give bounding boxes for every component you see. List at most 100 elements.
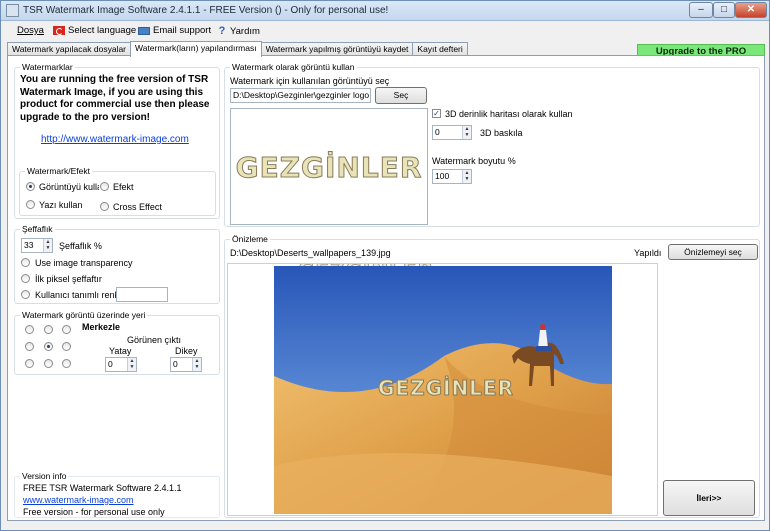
preview-applied-watermark: GEZGİNLER	[378, 376, 514, 401]
menu-select-language[interactable]: Select language	[53, 25, 136, 36]
use-watermark-group: Watermark olarak görüntü kullan Watermar…	[224, 62, 760, 227]
position-bottom-left-radio[interactable]	[25, 359, 34, 368]
app-window: TSR Watermark Image Software 2.4.1.1 - F…	[0, 0, 770, 531]
effect-label: Efekt	[113, 182, 134, 192]
window-title: TSR Watermark Image Software 2.4.1.1 - F…	[23, 5, 389, 16]
tab-log[interactable]: Kayıt defteri	[412, 42, 468, 56]
transparency-value: 33	[24, 240, 34, 250]
spinner-arrows[interactable]: ▲ ▼	[192, 358, 201, 371]
use-image-radio[interactable]	[26, 182, 35, 191]
first-pixel-radio[interactable]	[21, 274, 30, 283]
effect-radio[interactable]	[100, 182, 109, 191]
spinner-arrows[interactable]: ▲ ▼	[43, 239, 52, 252]
image-transparency-label: Use image transparency	[35, 258, 133, 268]
cross-effect-radio[interactable]	[100, 202, 109, 211]
vertical-offset-value: 0	[173, 359, 178, 369]
spin-down-icon: ▼	[194, 364, 200, 370]
menu-email-label: Email support	[153, 25, 212, 36]
tab-strip: Watermark yapılacak dosyalar Watermark(l…	[7, 41, 468, 57]
depth-spinner[interactable]: 0 ▲ ▼	[432, 125, 472, 140]
turkish-flag-icon	[53, 26, 65, 35]
tab-configuration[interactable]: Watermark(ların) yapılandırması	[130, 41, 262, 57]
help-icon: ?	[218, 25, 226, 37]
position-center-radio[interactable]	[44, 342, 53, 351]
select-watermark-label: Watermark için kullanılan görüntüyü seç	[230, 76, 390, 86]
close-button[interactable]: ✕	[735, 2, 767, 18]
next-button[interactable]: İleri>>	[663, 480, 755, 516]
watermark-size-value: 100	[435, 171, 450, 181]
menu-dosya[interactable]: Dosya	[17, 25, 44, 36]
transparency-legend: Şeffaflık	[20, 224, 55, 234]
watermark-logo: GEZGİNLER	[235, 151, 423, 185]
position-group: Watermark görüntü üzerinde yeri Merkezle…	[14, 310, 220, 375]
version-note: Free version - for personal use only	[23, 507, 165, 517]
menu-help[interactable]: ? Yardım	[217, 25, 260, 37]
position-top-left-radio[interactable]	[25, 325, 34, 334]
free-version-notice: You are running the free version of TSR …	[20, 74, 210, 123]
spinner-arrows[interactable]: ▲ ▼	[462, 170, 471, 183]
position-middle-left-radio[interactable]	[25, 342, 34, 351]
position-bottom-center-radio[interactable]	[44, 359, 53, 368]
maximize-button[interactable]: □	[713, 2, 735, 18]
transparency-group: Şeffaflık 33 ▲ ▼ Şeffaflık % Use image tra…	[14, 224, 220, 304]
version-name: FREE TSR Watermark Software 2.4.1.1	[23, 483, 182, 493]
effect-group: Watermark/Efekt Görüntüyü kullan Efekt Y…	[19, 166, 216, 216]
preview-legend: Önizleme	[230, 234, 270, 244]
depth-map-label: 3D derinlik haritası olarak kullan	[445, 109, 573, 119]
menu-language-label: Select language	[68, 25, 137, 36]
spin-down-icon: ▼	[464, 132, 470, 138]
watermark-image-preview: GEZGİNLER	[230, 108, 428, 225]
cross-effect-label: Cross Effect	[113, 202, 162, 212]
spin-down-icon: ▼	[129, 364, 135, 370]
menu-help-label: Yardım	[230, 25, 260, 37]
transparency-percent-label: Şeffaflık %	[59, 241, 102, 251]
horizontal-offset-spinner[interactable]: 0 ▲ ▼	[105, 357, 137, 372]
watermark-size-label: Watermark boyutu %	[432, 156, 516, 166]
preview-canvas: GEZGİNLER	[227, 263, 658, 516]
preview-path: D:\Desktop\Deserts_wallpapers_139.jpg	[230, 248, 391, 258]
image-transparency-radio[interactable]	[21, 258, 30, 267]
watermark-size-spinner[interactable]: 100 ▲ ▼	[432, 169, 472, 184]
email-icon	[138, 26, 150, 35]
custom-color-radio[interactable]	[21, 290, 30, 299]
position-bottom-right-radio[interactable]	[62, 359, 71, 368]
browse-button[interactable]: Seç	[375, 87, 427, 104]
transparency-spinner[interactable]: 33 ▲ ▼	[21, 238, 53, 253]
watermarks-legend: Watermarklar	[20, 62, 75, 72]
tab-save[interactable]: Watermark yapılmış görüntüyü kaydet	[260, 42, 414, 56]
offset-label: Görünen çıktı	[127, 335, 182, 345]
website-link[interactable]: http://www.watermark-image.com	[41, 134, 189, 145]
position-top-right-radio[interactable]	[62, 325, 71, 334]
preview-done-label: Yapıldı	[634, 248, 662, 258]
title-bar: TSR Watermark Image Software 2.4.1.1 - F…	[1, 1, 769, 21]
spinner-arrows[interactable]: ▲ ▼	[462, 126, 471, 139]
first-pixel-label: İlk piksel şeffaftır	[35, 274, 102, 284]
tab-files[interactable]: Watermark yapılacak dosyalar	[7, 42, 132, 56]
spin-down-icon: ▼	[464, 176, 470, 182]
depth-label: 3D baskıla	[480, 128, 523, 138]
spin-down-icon: ▼	[45, 245, 51, 251]
menu-dosya-label: Dosya	[17, 25, 44, 36]
menu-email-support[interactable]: Email support	[138, 25, 211, 36]
custom-color-label: Kullanıcı tanımlı renk	[35, 290, 120, 300]
vertical-offset-spinner[interactable]: 0 ▲ ▼	[170, 357, 202, 372]
spinner-arrows[interactable]: ▲ ▼	[127, 358, 136, 371]
effect-legend: Watermark/Efekt	[25, 166, 92, 176]
app-icon	[6, 4, 19, 17]
vertical-label: Dikey	[175, 346, 198, 356]
position-top-center-radio[interactable]	[44, 325, 53, 334]
depth-map-checkbox[interactable]: ✓	[432, 109, 441, 118]
version-website-link[interactable]: www.watermark-image.com	[23, 495, 134, 505]
position-middle-right-radio[interactable]	[62, 342, 71, 351]
depth-value: 0	[435, 127, 440, 137]
center-label: Merkezle	[82, 322, 121, 332]
version-group: Version info FREE TSR Watermark Software…	[14, 471, 220, 518]
menu-bar: Dosya Select language Email support ? Yar…	[1, 22, 769, 71]
preview-group: Önizleme D:\Desktop\Deserts_wallpapers_1…	[224, 234, 760, 518]
watermark-path-field[interactable]: D:\Desktop\Gezginler\gezginler logo	[230, 88, 371, 103]
minimize-button[interactable]: –	[689, 2, 713, 18]
custom-color-field[interactable]	[116, 287, 168, 302]
select-preview-button[interactable]: Önizlemeyi seç	[668, 244, 758, 260]
use-text-radio[interactable]	[26, 200, 35, 209]
version-legend: Version info	[20, 471, 69, 481]
